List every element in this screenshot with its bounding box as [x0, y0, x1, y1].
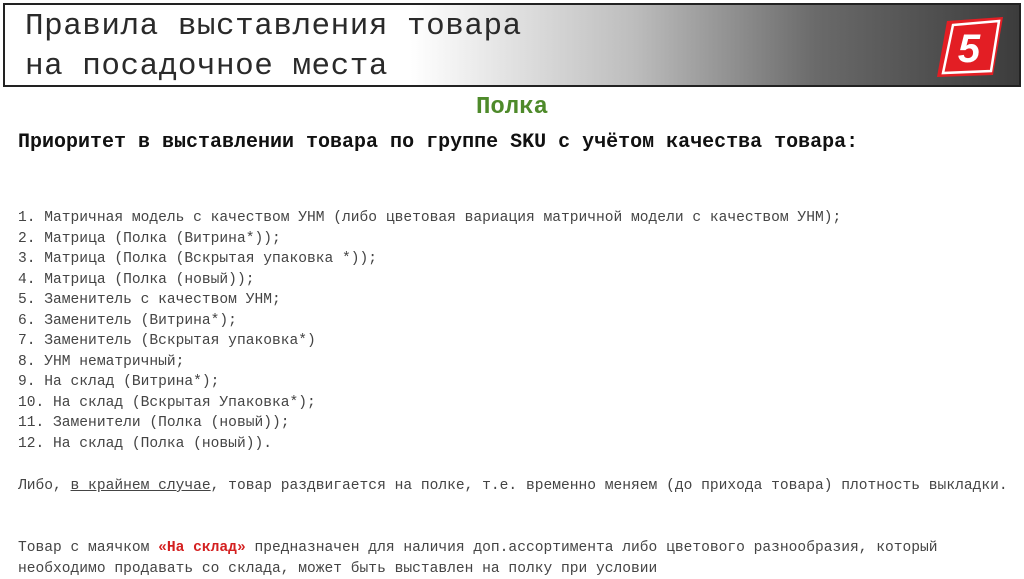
priority-list-item: 9. На склад (Витрина*);	[18, 374, 220, 390]
slide-title: Правила выставления товара на посадочное…	[25, 7, 522, 87]
paragraph-density-start: Либо,	[18, 478, 71, 494]
slide-title-line-1: Правила выставления товара	[25, 9, 522, 44]
priority-heading: Приоритет в выставлении товара по группе…	[18, 131, 859, 154]
paragraph-warehouse-start: Товар с маячком	[18, 540, 159, 556]
priority-list-item: 5. Заменитель с качеством УНМ;	[18, 292, 281, 308]
paragraph-density: Либо, в крайнем случае, товар раздвигает…	[18, 476, 1008, 497]
slide-title-line-2: на посадочное места	[25, 49, 388, 84]
priority-list-item: 8. УНМ нематричный;	[18, 353, 185, 370]
priority-list-item: 2. Матрица (Полка (Витрина*));	[18, 230, 281, 247]
priority-list-item: 1. Матричная модель с качеством УНМ (либ…	[18, 210, 842, 226]
priority-list: 1. Матричная модель с качеством УНМ (либ…	[18, 208, 1008, 454]
priority-list-item: 4. Матрица (Полка (новый));	[18, 271, 255, 288]
logo-glyph: 5	[958, 27, 981, 71]
priority-list-item: 10. На склад (Вскрытая Упаковка*);	[18, 394, 316, 411]
paragraph-density-end: , товар раздвигается на полке, т.е. врем…	[210, 478, 1008, 494]
priority-list-item: 6. Заменитель (Витрина*);	[18, 312, 237, 329]
paragraph-warehouse: Товар с маячком «На склад» предназначен …	[18, 538, 1008, 579]
priority-list-item: 12. На склад (Полка (новый)).	[18, 435, 272, 452]
paragraph-warehouse-highlight: «На склад»	[158, 540, 246, 556]
pyaterochka-logo-icon: 5	[937, 17, 1003, 77]
section-heading: Полка	[475, 94, 548, 121]
priority-list-item: 3. Матрица (Полка (Вскрытая упаковка *))…	[18, 251, 378, 267]
priority-list-item: 7. Заменитель (Вскрытая упаковка*)	[18, 333, 316, 349]
slide-header: Правила выставления товара на посадочное…	[3, 3, 1021, 87]
paragraph-density-emphasis: в крайнем случае	[70, 478, 211, 494]
priority-list-item: 11. Заменители (Полка (новый));	[18, 415, 290, 431]
